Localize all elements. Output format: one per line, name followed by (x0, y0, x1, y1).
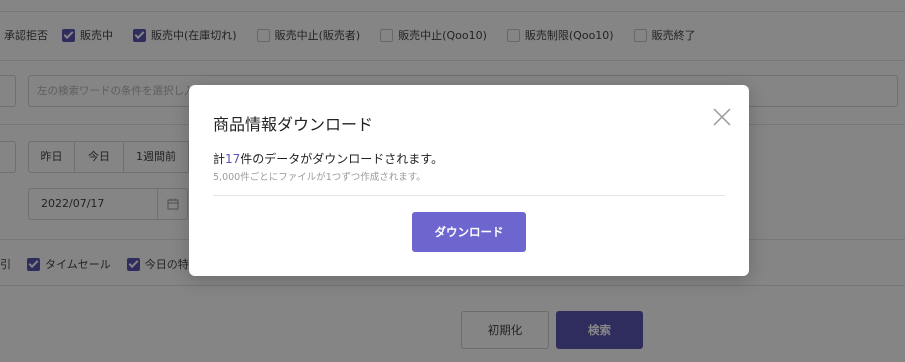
download-modal: 商品情報ダウンロード 計17件のデータがダウンロードされます。 5,000件ごと… (189, 85, 749, 276)
download-button[interactable]: ダウンロード (412, 212, 526, 252)
modal-sub-message: 5,000件ごとにファイルが1つずつ作成されます。 (213, 172, 426, 183)
message-suffix: 件のデータがダウンロードされます。 (240, 152, 444, 166)
close-icon[interactable] (712, 107, 732, 127)
modal-message: 計17件のデータがダウンロードされます。 (213, 150, 443, 167)
record-count: 17 (225, 152, 241, 166)
modal-divider (213, 195, 725, 196)
modal-title: 商品情報ダウンロード (213, 115, 374, 134)
message-prefix: 計 (213, 152, 226, 166)
